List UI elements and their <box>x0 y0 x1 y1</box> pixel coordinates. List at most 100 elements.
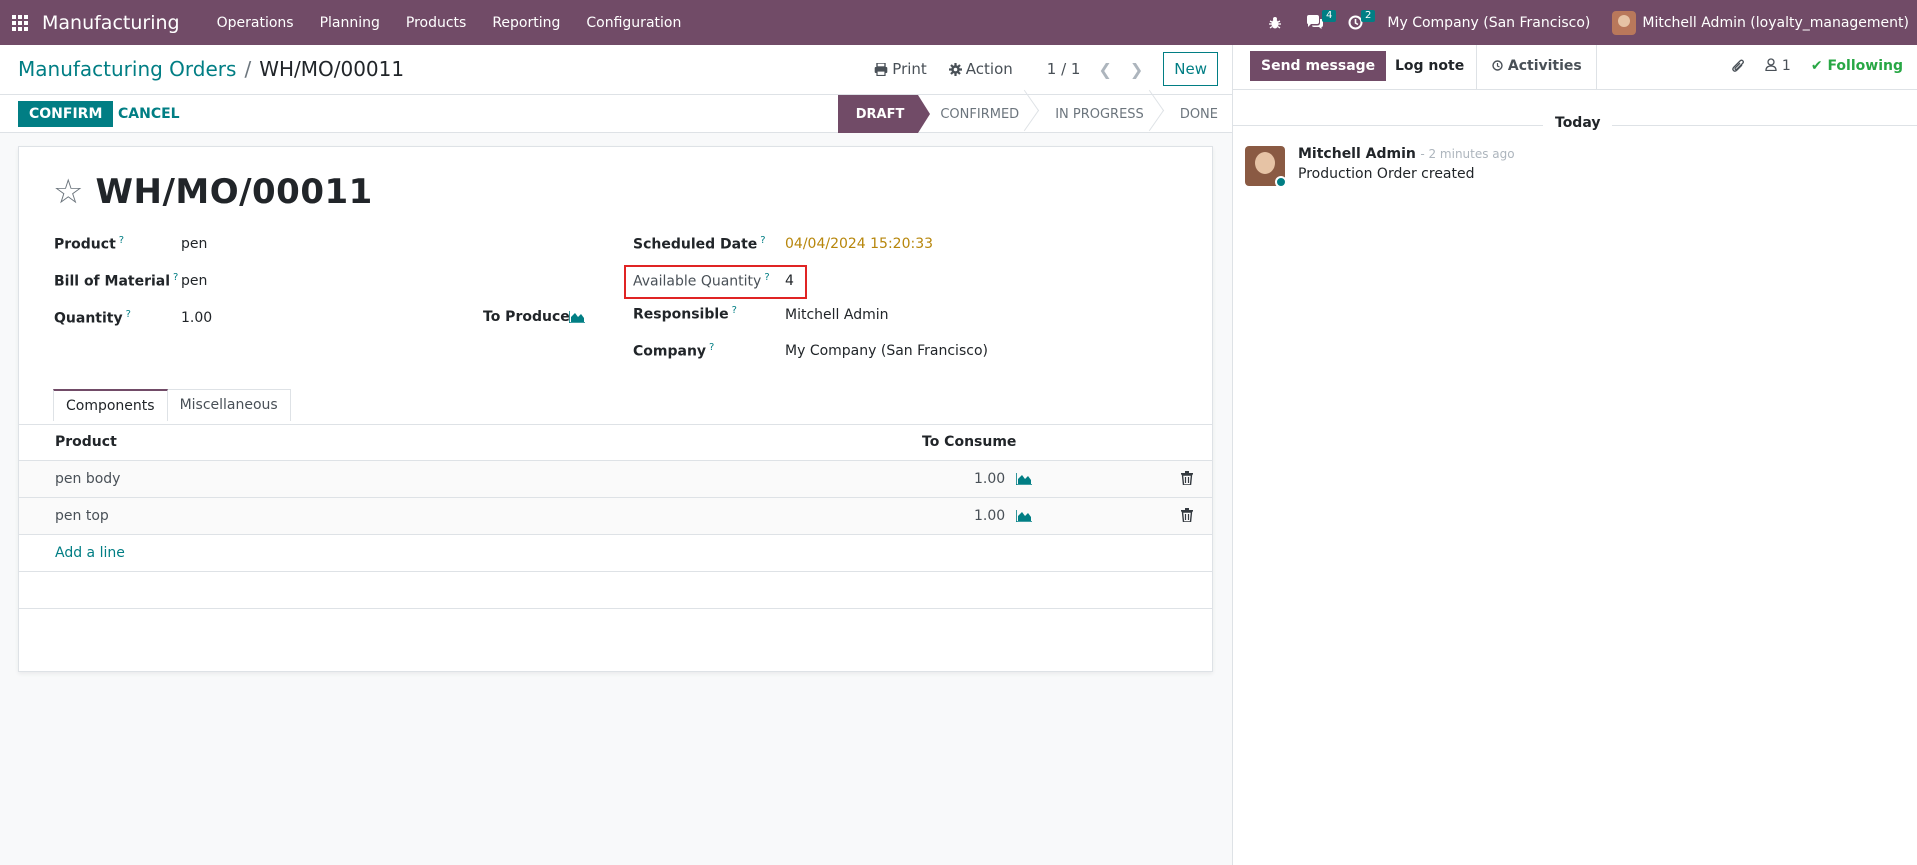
breadcrumb-separator: / <box>244 57 252 81</box>
activities-clock-icon[interactable]: 2 <box>1336 0 1376 45</box>
menu-planning[interactable]: Planning <box>307 0 393 45</box>
available-quantity-value: 4 <box>785 273 794 289</box>
chatter-panel: Send message Log note Activities 1 ✔ Fol… <box>1232 45 1917 865</box>
breadcrumb-parent-link[interactable]: Manufacturing Orders <box>18 57 236 81</box>
log-note-button[interactable]: Log note <box>1383 45 1478 90</box>
control-panel: Manufacturing Orders / WH/MO/00011 Print… <box>0 45 1232 95</box>
check-icon: ✔ <box>1810 58 1823 74</box>
help-tooltip-icon[interactable]: ? <box>709 342 714 353</box>
pager-previous-icon[interactable]: ❮ <box>1092 60 1117 79</box>
column-header-product[interactable]: Product <box>55 434 117 450</box>
action-label: Action <box>965 60 1013 78</box>
messages-count-badge: 4 <box>1322 10 1337 22</box>
message-content: Mitchell Admin - 2 minutes ago Productio… <box>1298 146 1515 186</box>
menu-configuration[interactable]: Configuration <box>573 0 694 45</box>
author-avatar[interactable] <box>1245 146 1287 188</box>
status-bar: CONFIRM CANCEL DRAFT CONFIRMED IN PROGRE… <box>0 95 1232 133</box>
help-tooltip-icon[interactable]: ? <box>764 272 769 283</box>
pager-next-icon[interactable]: ❯ <box>1124 60 1149 79</box>
main-menu: Operations Planning Products Reporting C… <box>204 0 695 45</box>
trash-icon[interactable] <box>1181 508 1193 522</box>
forecast-chart-icon[interactable] <box>1016 510 1032 522</box>
user-icon <box>1765 58 1778 72</box>
confirm-button[interactable]: CONFIRM <box>18 101 114 127</box>
help-tooltip-icon[interactable]: ? <box>119 235 124 246</box>
menu-products[interactable]: Products <box>393 0 479 45</box>
messages-icon[interactable]: 4 <box>1294 0 1337 45</box>
app-brand[interactable]: Manufacturing <box>42 12 180 34</box>
quantity-field[interactable]: 1.00 <box>181 310 212 326</box>
pager-value[interactable]: 1 / 1 <box>1027 60 1087 78</box>
responsible-field[interactable]: Mitchell Admin <box>785 307 889 323</box>
message-date: - 2 minutes ago <box>1420 147 1515 161</box>
components-table: Product To Consume pen body 1.00 pen top… <box>19 425 1212 609</box>
debug-bug-icon[interactable] <box>1256 0 1294 45</box>
followers-button[interactable]: 1 <box>1765 58 1791 74</box>
cancel-button[interactable]: CANCEL <box>106 101 192 127</box>
row-product[interactable]: pen body <box>55 471 120 487</box>
forecast-chart-icon[interactable] <box>1016 473 1032 485</box>
row-qty[interactable]: 1.00 <box>974 508 1005 524</box>
clock-icon <box>1492 60 1503 71</box>
breadcrumb: Manufacturing Orders / WH/MO/00011 <box>18 57 404 81</box>
company-field[interactable]: My Company (San Francisco) <box>785 343 988 359</box>
stage-draft[interactable]: DRAFT <box>837 95 930 133</box>
stage-confirmed[interactable]: CONFIRMED <box>918 95 1033 133</box>
user-menu[interactable]: Mitchell Admin (loyalty_management) <box>1602 10 1909 35</box>
forecast-chart-icon[interactable] <box>569 311 585 323</box>
add-line-row: Add a line <box>19 535 1212 572</box>
online-status-icon <box>1275 176 1287 188</box>
date-separator-label: Today <box>1543 115 1613 131</box>
tab-miscellaneous[interactable]: Miscellaneous <box>167 389 291 421</box>
date-separator: Today <box>1233 115 1917 135</box>
scheduled-date-label: Scheduled Date? <box>633 235 766 253</box>
following-button[interactable]: ✔ Following <box>1811 58 1903 74</box>
chatter-topbar: Send message Log note Activities 1 ✔ Fol… <box>1233 45 1917 90</box>
chatter-message: Mitchell Admin - 2 minutes ago Productio… <box>1245 146 1515 188</box>
action-button[interactable]: Action <box>941 54 1021 84</box>
product-field[interactable]: pen <box>181 236 207 252</box>
bom-field[interactable]: pen <box>181 273 207 289</box>
systray: 4 2 My Company (San Francisco) Mitchell … <box>1256 0 1917 45</box>
notebook-tabs: Components Miscellaneous <box>53 389 291 421</box>
stage-done[interactable]: DONE <box>1158 95 1232 133</box>
row-qty[interactable]: 1.00 <box>974 471 1005 487</box>
user-name: Mitchell Admin (loyalty_management) <box>1642 14 1909 31</box>
apps-menu-icon[interactable] <box>0 0 40 45</box>
column-header-to-consume[interactable]: To Consume <box>922 434 1016 450</box>
menu-operations[interactable]: Operations <box>204 0 307 45</box>
stage-in-progress[interactable]: IN PROGRESS <box>1033 95 1158 133</box>
activities-button[interactable]: Activities <box>1478 45 1597 90</box>
quantity-label: Quantity? <box>54 309 131 327</box>
paperclip-icon[interactable] <box>1731 58 1745 74</box>
followers-count: 1 <box>1781 58 1791 74</box>
to-produce-label: To Produce <box>483 309 570 325</box>
help-tooltip-icon[interactable]: ? <box>126 309 131 320</box>
table-row[interactable]: pen top 1.00 <box>19 498 1212 535</box>
activities-count-badge: 2 <box>1361 10 1376 22</box>
stage-pipeline: DRAFT CONFIRMED IN PROGRESS DONE <box>837 95 1232 133</box>
send-message-button[interactable]: Send message <box>1250 51 1387 81</box>
gear-icon <box>948 62 962 76</box>
trash-icon[interactable] <box>1181 471 1193 485</box>
table-row[interactable]: pen body 1.00 <box>19 461 1212 498</box>
print-button[interactable]: Print <box>866 54 935 84</box>
menu-reporting[interactable]: Reporting <box>479 0 573 45</box>
company-switcher[interactable]: My Company (San Francisco) <box>1375 15 1602 31</box>
user-avatar <box>1612 10 1637 35</box>
tab-components[interactable]: Components <box>53 389 168 421</box>
add-line-link[interactable]: Add a line <box>55 545 125 561</box>
message-author[interactable]: Mitchell Admin <box>1298 146 1416 162</box>
row-product[interactable]: pen top <box>55 508 109 524</box>
star-icon[interactable]: ☆ <box>53 175 83 209</box>
following-label: Following <box>1827 58 1903 74</box>
help-tooltip-icon[interactable]: ? <box>173 272 178 283</box>
empty-row <box>19 572 1212 609</box>
activities-label: Activities <box>1507 58 1582 74</box>
help-tooltip-icon[interactable]: ? <box>760 235 765 246</box>
print-label: Print <box>892 60 927 78</box>
help-tooltip-icon[interactable]: ? <box>732 305 737 316</box>
scheduled-date-field[interactable]: 04/04/2024 15:20:33 <box>785 236 933 252</box>
new-button[interactable]: New <box>1163 52 1218 86</box>
chatter-right-tools: 1 ✔ Following <box>1731 58 1903 74</box>
